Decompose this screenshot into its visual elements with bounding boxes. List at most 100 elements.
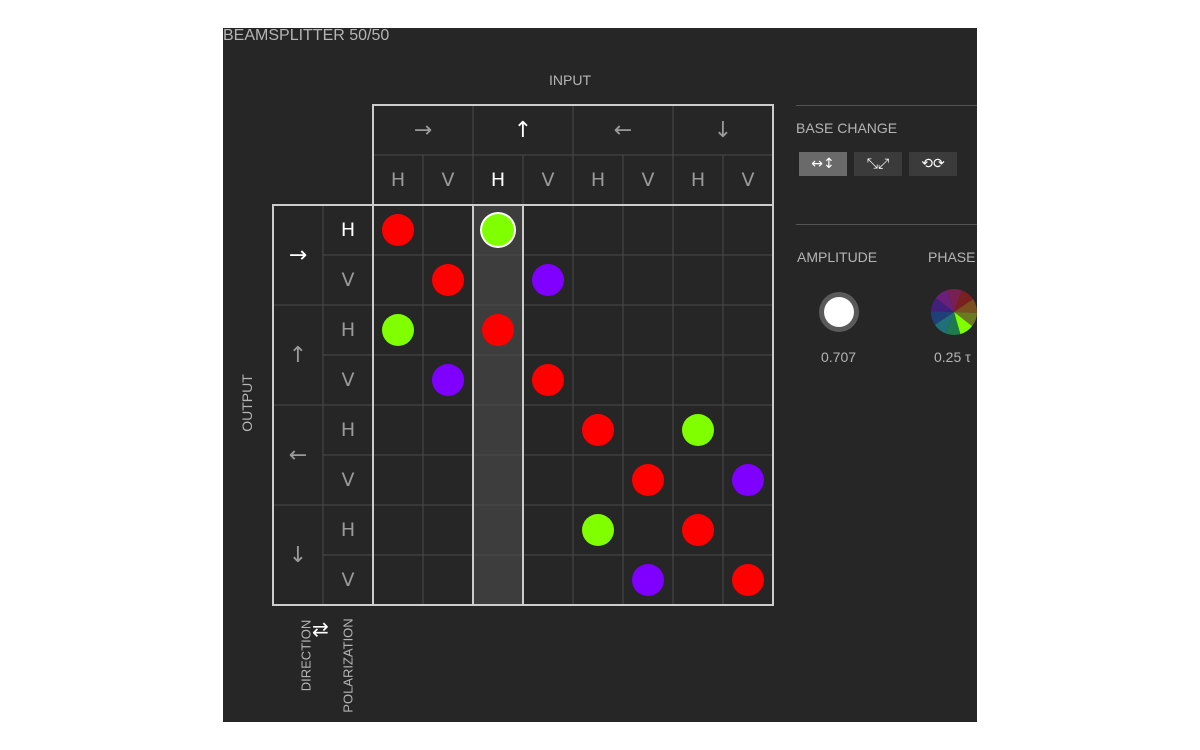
matrix-cell[interactable]	[473, 455, 523, 505]
matrix-cell[interactable]	[523, 255, 573, 305]
matrix-cell[interactable]	[723, 405, 773, 455]
matrix-cell[interactable]	[723, 505, 773, 555]
matrix-cell[interactable]	[373, 355, 423, 405]
matrix-cell[interactable]	[673, 405, 723, 455]
divider	[796, 105, 977, 106]
amplitude-dot[interactable]	[682, 514, 714, 546]
amplitude-value: 0.707	[821, 349, 857, 365]
matrix-cell[interactable]	[473, 255, 523, 305]
matrix-cell[interactable]	[373, 405, 423, 455]
matrix-cell[interactable]	[623, 355, 673, 405]
swap-axes-icon[interactable]: ⇄	[312, 617, 329, 641]
matrix-cell[interactable]	[573, 305, 623, 355]
matrix-cell[interactable]	[523, 355, 573, 405]
input-polarization-7: V	[741, 169, 755, 191]
phase-wheel-segment	[931, 297, 954, 312]
matrix-cell[interactable]	[373, 305, 423, 355]
amplitude-dot[interactable]	[482, 214, 514, 246]
matrix-cell[interactable]	[373, 205, 423, 255]
matrix-cell[interactable]	[423, 555, 473, 605]
matrix-cell[interactable]	[573, 405, 623, 455]
output-direction-2: ←	[288, 442, 308, 468]
amplitude-dot[interactable]	[732, 564, 764, 596]
amplitude-dot[interactable]	[532, 364, 564, 396]
matrix-cell[interactable]	[623, 455, 673, 505]
amplitude-dot[interactable]	[682, 414, 714, 446]
matrix-cell[interactable]	[573, 205, 623, 255]
matrix-cell[interactable]	[523, 305, 573, 355]
matrix-cell[interactable]	[473, 505, 523, 555]
base-change-diagonal-button[interactable]: ⤡⤢	[854, 152, 902, 176]
amplitude-dot[interactable]	[482, 314, 514, 346]
amplitude-dot[interactable]	[432, 364, 464, 396]
matrix-cell[interactable]	[423, 305, 473, 355]
base-change-horizontal-vertical-button[interactable]: ↔↕	[799, 152, 847, 176]
base-change-circular-button[interactable]: ⟲⟳	[909, 152, 957, 176]
matrix-cell[interactable]	[623, 555, 673, 605]
matrix-cell[interactable]	[623, 505, 673, 555]
matrix-cell[interactable]	[423, 355, 473, 405]
input-direction-3: ↓	[713, 117, 733, 143]
matrix-cell[interactable]	[523, 205, 573, 255]
matrix-cell[interactable]	[373, 555, 423, 605]
output-direction-1: ↑	[288, 342, 308, 368]
matrix-cell[interactable]	[573, 255, 623, 305]
matrix-cell[interactable]	[373, 455, 423, 505]
matrix-cell[interactable]	[523, 455, 573, 505]
matrix-cell[interactable]	[423, 255, 473, 305]
matrix-cell[interactable]	[573, 555, 623, 605]
matrix-cell[interactable]	[673, 455, 723, 505]
amplitude-label: AMPLITUDE	[797, 249, 878, 265]
input-polarization-4: H	[590, 169, 606, 191]
amplitude-dot[interactable]	[732, 464, 764, 496]
matrix-cell[interactable]	[523, 405, 573, 455]
amplitude-dot[interactable]	[582, 514, 614, 546]
matrix-cell[interactable]	[473, 205, 523, 255]
matrix-cell[interactable]	[423, 505, 473, 555]
matrix-cell[interactable]	[723, 555, 773, 605]
matrix-cell[interactable]	[423, 405, 473, 455]
output-label: OUTPUT	[239, 374, 255, 432]
matrix-cell[interactable]	[573, 355, 623, 405]
matrix-cell[interactable]	[623, 255, 673, 305]
phase-value: 0.25 τ	[934, 349, 971, 365]
matrix-cell[interactable]	[473, 355, 523, 405]
matrix-cell[interactable]	[473, 555, 523, 605]
amplitude-dot[interactable]	[582, 414, 614, 446]
matrix-cell[interactable]	[423, 205, 473, 255]
amplitude-dot[interactable]	[632, 464, 664, 496]
matrix-cell[interactable]	[723, 455, 773, 505]
phase-wheel-segment	[954, 299, 977, 313]
phase-wheel-segment	[931, 311, 954, 325]
amplitude-dot[interactable]	[382, 314, 414, 346]
matrix-cell[interactable]	[573, 505, 623, 555]
matrix-cell[interactable]	[673, 205, 723, 255]
matrix-cell[interactable]	[723, 205, 773, 255]
matrix-cell[interactable]	[573, 455, 623, 505]
matrix-cell[interactable]	[723, 255, 773, 305]
matrix-cell[interactable]	[473, 305, 523, 355]
matrix-cell[interactable]	[373, 255, 423, 305]
divider	[796, 224, 977, 225]
amplitude-dot[interactable]	[632, 564, 664, 596]
matrix-cell[interactable]	[673, 355, 723, 405]
matrix-cell[interactable]	[723, 355, 773, 405]
output-polarization-7: V	[341, 569, 355, 591]
matrix-cell[interactable]	[623, 205, 673, 255]
matrix-cell[interactable]	[373, 505, 423, 555]
matrix-cell[interactable]	[673, 305, 723, 355]
matrix-cell[interactable]	[623, 405, 673, 455]
matrix-cell[interactable]	[673, 505, 723, 555]
matrix-cell[interactable]	[673, 255, 723, 305]
matrix-cell[interactable]	[673, 555, 723, 605]
matrix-cell[interactable]	[723, 305, 773, 355]
matrix-cell[interactable]	[623, 305, 673, 355]
matrix-cell[interactable]	[473, 405, 523, 455]
matrix-cell[interactable]	[523, 505, 573, 555]
matrix-cell[interactable]	[523, 555, 573, 605]
amplitude-dot[interactable]	[532, 264, 564, 296]
amplitude-dot[interactable]	[432, 264, 464, 296]
amplitude-dot[interactable]	[382, 214, 414, 246]
phase-wheel-segment	[934, 312, 954, 334]
matrix-cell[interactable]	[423, 455, 473, 505]
